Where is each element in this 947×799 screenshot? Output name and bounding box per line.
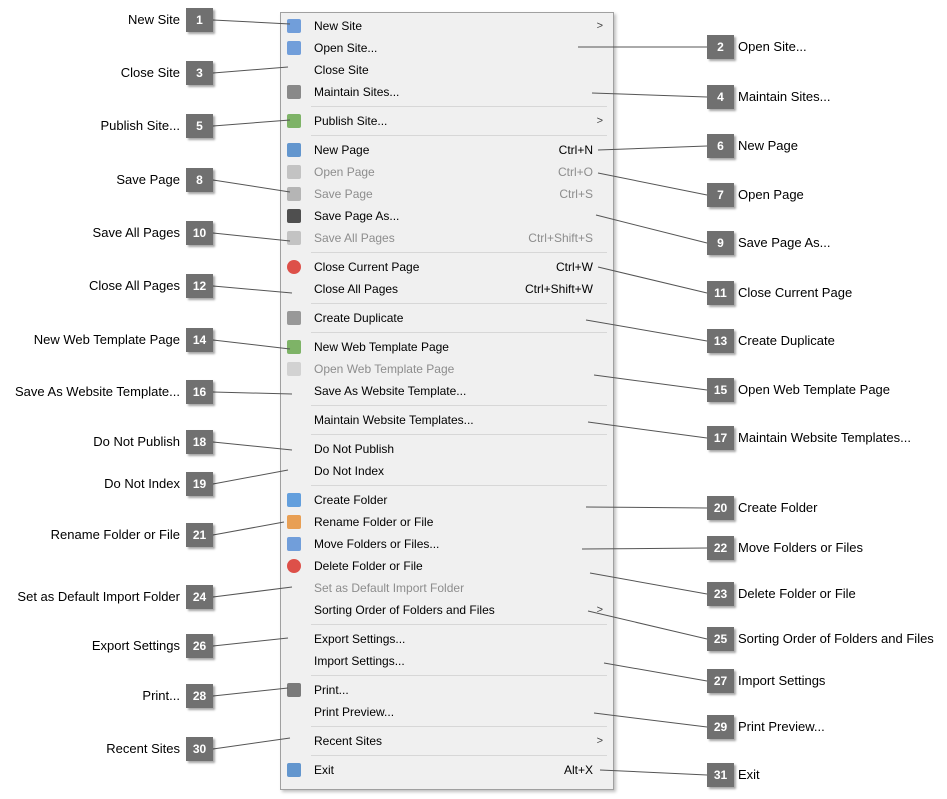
callout-label: Sorting Order of Folders and Files bbox=[738, 631, 934, 646]
callout-line bbox=[587, 421, 708, 439]
callout-label: Create Folder bbox=[738, 500, 818, 515]
callout-label: Save As Website Template... bbox=[15, 384, 180, 399]
callout-number: 28 bbox=[186, 684, 213, 708]
callout-label: Do Not Publish bbox=[93, 434, 180, 449]
callout-label: Close Current Page bbox=[738, 285, 853, 300]
callout-label: Print Preview... bbox=[738, 719, 825, 734]
callout-number: 6 bbox=[707, 134, 734, 158]
callout-line bbox=[212, 66, 289, 74]
callout-label: Exit bbox=[738, 767, 760, 782]
callout-line bbox=[597, 172, 708, 196]
callout-number: 24 bbox=[186, 585, 213, 609]
callout-number: 13 bbox=[707, 329, 734, 353]
callout-label: Maintain Sites... bbox=[738, 89, 831, 104]
callout-line bbox=[212, 119, 291, 127]
callout-label: Recent Sites bbox=[106, 741, 180, 756]
callout-line bbox=[581, 547, 708, 550]
callout-number: 27 bbox=[707, 669, 734, 693]
callout-label: Import Settings bbox=[738, 673, 826, 688]
callout-line bbox=[599, 769, 708, 776]
callout-number: 22 bbox=[707, 536, 734, 560]
callout-number: 1 bbox=[186, 8, 213, 32]
callout-number: 17 bbox=[707, 426, 734, 450]
callout-line bbox=[212, 441, 293, 451]
callout-label: Set as Default Import Folder bbox=[17, 589, 180, 604]
callout-line bbox=[212, 232, 291, 242]
callout-number: 29 bbox=[707, 715, 734, 739]
callout-number: 2 bbox=[707, 35, 734, 59]
callout-label: Publish Site... bbox=[100, 118, 181, 133]
callout-line bbox=[593, 374, 708, 391]
callout-number: 4 bbox=[707, 85, 734, 109]
callout-label: Close Site bbox=[120, 65, 180, 80]
callout-label: Open Site... bbox=[738, 39, 807, 54]
callout-number: 18 bbox=[186, 430, 213, 454]
callout-line bbox=[587, 610, 708, 640]
callout-number: 9 bbox=[707, 231, 734, 255]
callout-number: 21 bbox=[186, 523, 213, 547]
callout-number: 11 bbox=[707, 281, 734, 305]
callout-line bbox=[212, 737, 291, 750]
callout-number: 30 bbox=[186, 737, 213, 761]
callout-number: 31 bbox=[707, 763, 734, 787]
callout-line bbox=[212, 391, 293, 395]
callout-label: Save Page As... bbox=[738, 235, 831, 250]
callout-label: Open Web Template Page bbox=[738, 382, 891, 397]
callout-label: Do Not Index bbox=[104, 476, 180, 491]
callout-line bbox=[589, 572, 708, 595]
callout-line bbox=[597, 266, 708, 294]
callout-number: 3 bbox=[186, 61, 213, 85]
callout-line bbox=[212, 339, 291, 350]
callout-line bbox=[603, 662, 708, 682]
callout-label: New Web Template Page bbox=[33, 332, 180, 347]
callout-label: Print... bbox=[142, 688, 180, 703]
callout-number: 14 bbox=[186, 328, 213, 352]
callout-number: 23 bbox=[707, 582, 734, 606]
callout-label: Save Page bbox=[116, 172, 180, 187]
callout-number: 8 bbox=[186, 168, 213, 192]
callout-label: Open Page bbox=[738, 187, 804, 202]
callout-number: 5 bbox=[186, 114, 213, 138]
callout-number: 19 bbox=[186, 472, 213, 496]
callout-number: 12 bbox=[186, 274, 213, 298]
callout-line bbox=[212, 687, 289, 697]
callout-line bbox=[593, 712, 708, 728]
callout-number: 20 bbox=[707, 496, 734, 520]
callout-line bbox=[591, 92, 708, 98]
callout-label: Maintain Website Templates... bbox=[738, 430, 911, 445]
callout-number: 26 bbox=[186, 634, 213, 658]
callout-number: 7 bbox=[707, 183, 734, 207]
callout-line bbox=[212, 179, 291, 193]
callout-line bbox=[597, 145, 708, 151]
callout-label: Create Duplicate bbox=[738, 333, 835, 348]
callout-label: Close All Pages bbox=[88, 278, 180, 293]
callout-number: 15 bbox=[707, 378, 734, 402]
callout-label: New Page bbox=[738, 138, 798, 153]
callout-label: Move Folders or Files bbox=[738, 540, 863, 555]
callout-line bbox=[212, 469, 289, 485]
callout-label: Export Settings bbox=[91, 638, 180, 653]
callout-line bbox=[212, 637, 289, 647]
callout-number: 25 bbox=[707, 627, 734, 651]
callout-label: New Site bbox=[127, 12, 180, 27]
callout-number: 16 bbox=[186, 380, 213, 404]
callout-line bbox=[212, 19, 291, 25]
callout-line bbox=[212, 521, 285, 536]
callout-number: 10 bbox=[186, 221, 213, 245]
callout-line bbox=[595, 214, 708, 244]
callout-line bbox=[212, 586, 293, 598]
callout-label: Rename Folder or File bbox=[50, 527, 180, 542]
callout-label: Save All Pages bbox=[92, 225, 180, 240]
callout-line bbox=[585, 506, 708, 509]
callout-line bbox=[585, 319, 708, 342]
callout-line bbox=[212, 285, 293, 294]
callout-label: Delete Folder or File bbox=[738, 586, 856, 601]
